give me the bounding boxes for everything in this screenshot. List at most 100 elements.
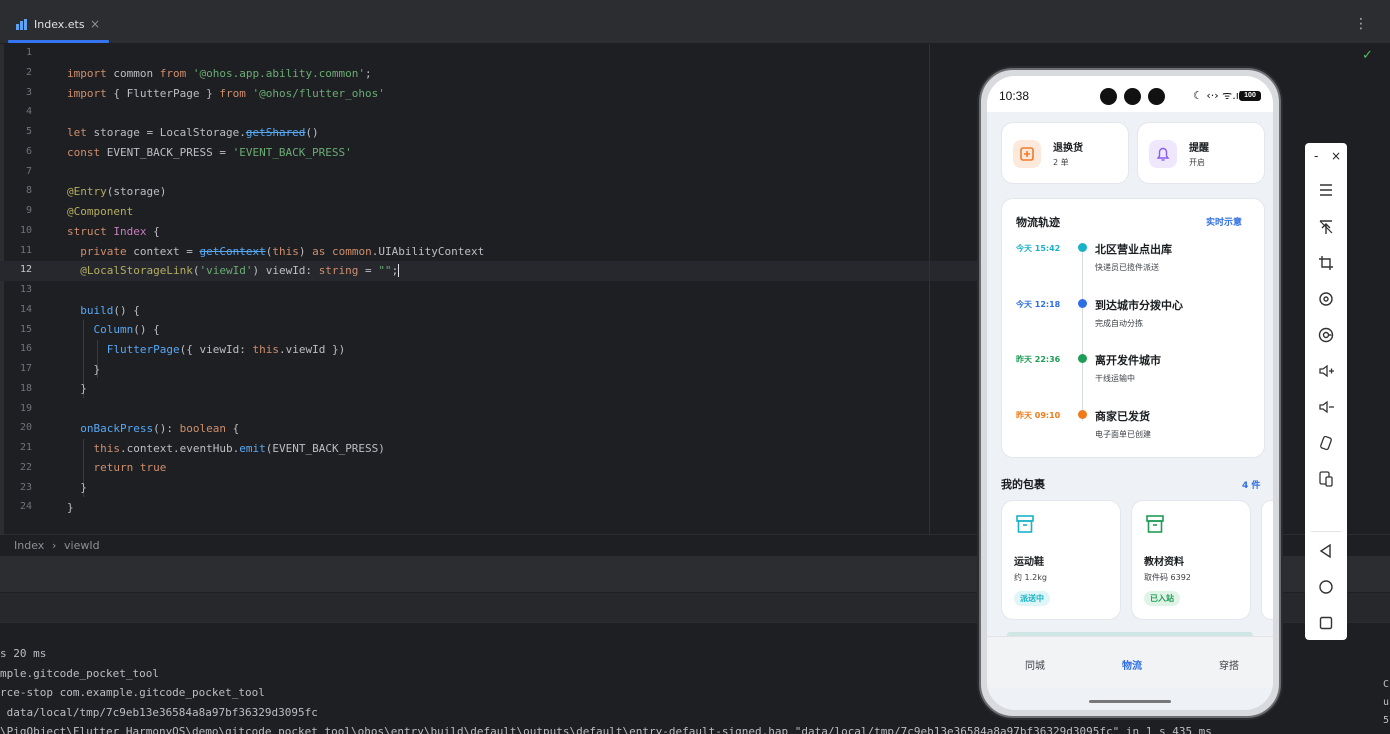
device-emulator: 10:38 ☾ ‹·› ᯤ.ıl 100 退换货 2 单 提醒 开启 物流轨迹 … <box>979 68 1281 718</box>
event-title: 商家已发货 <box>1095 410 1150 423</box>
screenshot-icon[interactable] <box>1317 326 1335 344</box>
camera-dot-icon <box>1100 88 1117 105</box>
right-margin-guide <box>929 44 930 534</box>
line-number: 19 <box>19 402 32 414</box>
home-icon[interactable] <box>1317 578 1335 596</box>
event-dot <box>1078 299 1087 308</box>
package-name: 运动鞋 <box>1014 557 1044 568</box>
line-number: 7 <box>25 165 32 177</box>
package-detail: 约 1.2kg <box>1014 573 1047 582</box>
event-title: 离开发件城市 <box>1095 354 1161 367</box>
nav-item-logistics[interactable]: 物流 <box>1122 657 1142 672</box>
card-title: 提醒 <box>1189 143 1209 154</box>
code-line-18: } <box>67 382 87 395</box>
volume-up-icon[interactable] <box>1317 362 1335 380</box>
device-screen[interactable]: 10:38 ☾ ‹·› ᯤ.ıl 100 退换货 2 单 提醒 开启 物流轨迹 … <box>987 76 1273 710</box>
event-dot <box>1078 410 1087 419</box>
box-icon <box>1016 515 1034 533</box>
line-number: 8 <box>25 185 32 197</box>
code-line-22: return true <box>93 461 167 474</box>
event-time: 今天 15:42 <box>1016 244 1061 253</box>
line-number: 11 <box>19 244 32 256</box>
console-line: mple.gitcode_pocket_tool <box>0 667 159 680</box>
line-number-gutter: 1 2 3 4 5 6 7 8 9 10 11 12 13 14 15 16 17 18 19 20 21 22 23 24 <box>0 44 56 534</box>
line-number: 13 <box>19 284 32 295</box>
tab-index-ets[interactable]: Index.ets × <box>8 8 109 44</box>
tab-close-icon[interactable]: × <box>90 17 100 31</box>
home-indicator[interactable] <box>1089 700 1171 703</box>
line-number: 24 <box>19 501 32 513</box>
event-title: 到达城市分拨中心 <box>1095 299 1183 312</box>
console-right-text: 5 <box>1383 715 1390 726</box>
event-subtitle: 干线运输中 <box>1095 374 1135 383</box>
line-number: 23 <box>19 481 32 493</box>
event-dot <box>1078 243 1087 252</box>
rotate-icon[interactable] <box>1317 290 1335 308</box>
code-line-6: const EVENT_BACK_PRESS = 'EVENT_BACK_PRE… <box>67 146 352 159</box>
recent-apps-icon[interactable] <box>1317 614 1335 632</box>
console-line: rce-stop com.example.gitcode_pocket_tool <box>0 686 265 699</box>
code-line-11: private context = getContext(this) as co… <box>80 245 485 258</box>
event-title: 北区营业点出库 <box>1095 243 1172 256</box>
nav-item-outfit[interactable]: 穿搭 <box>1219 657 1239 672</box>
status-icons: ☾ ‹·› ᯤ.ıl <box>1193 89 1242 102</box>
package-card-peek[interactable] <box>1261 500 1273 620</box>
reminder-card[interactable]: 提醒 开启 <box>1137 122 1265 184</box>
menu-icon[interactable] <box>1317 181 1335 199</box>
app-content: 退换货 2 单 提醒 开启 物流轨迹 实时示意 今天 15:42 北区营业点出库… <box>987 112 1273 638</box>
crop-icon[interactable] <box>1317 254 1335 272</box>
line-number: 2 <box>25 66 32 78</box>
file-ets-icon <box>16 19 27 30</box>
code-line-5: let storage = LocalStorage.getShared() <box>67 126 319 139</box>
rotate-screen-icon[interactable] <box>1317 434 1335 452</box>
code-line-16: FlutterPage({ viewId: this.viewId }) <box>106 343 346 356</box>
return-card[interactable]: 退换货 2 单 <box>1001 122 1129 184</box>
event-subtitle: 电子面单已创建 <box>1095 430 1151 439</box>
event-time: 昨天 22:36 <box>1016 355 1061 364</box>
card-title: 退换货 <box>1053 143 1083 154</box>
timeline-live-link[interactable]: 实时示意 <box>1206 215 1242 228</box>
breadcrumb-item-index[interactable]: Index <box>14 539 44 552</box>
close-button[interactable]: × <box>1331 149 1341 163</box>
nav-item-local[interactable]: 同城 <box>1025 657 1045 672</box>
code-line-10: struct Index { <box>67 225 160 238</box>
line-number: 18 <box>19 382 32 394</box>
code-line-20: onBackPress(): boolean { <box>80 422 240 435</box>
code-line-17: } <box>67 363 101 376</box>
code-line-15: Column() { <box>93 323 160 336</box>
logistics-timeline-card: 物流轨迹 实时示意 今天 15:42 北区营业点出库 快递员已揽件派送 今天 1… <box>1001 198 1265 458</box>
code-line-3: import { FlutterPage } from '@ohos/flutt… <box>67 87 385 100</box>
line-number: 4 <box>25 106 32 118</box>
console-right-text: C <box>1383 679 1390 690</box>
pin-top-icon[interactable] <box>1317 218 1335 236</box>
package-status-badge: 已入站 <box>1144 591 1180 606</box>
code-line-14: build() { <box>80 304 140 317</box>
line-number: 14 <box>19 303 32 315</box>
breadcrumb-item-viewid[interactable]: viewId <box>64 539 100 552</box>
volume-down-icon[interactable] <box>1317 398 1335 416</box>
multi-device-icon[interactable] <box>1317 470 1335 488</box>
package-card[interactable]: 运动鞋 约 1.2kg 派送中 <box>1001 500 1121 620</box>
card-subtitle: 2 单 <box>1053 158 1069 167</box>
back-icon[interactable] <box>1317 542 1335 560</box>
code-line-23: } <box>67 481 87 494</box>
package-card[interactable]: 教材资料 取件码 6392 已入站 <box>1131 500 1251 620</box>
line-number: 22 <box>19 461 32 473</box>
active-tab-indicator <box>8 40 109 43</box>
tab-menu-icon[interactable]: ⋮ <box>1354 16 1368 32</box>
minimize-button[interactable]: - <box>1314 149 1318 163</box>
code-line-12: @LocalStorageLink('viewId') viewId: stri… <box>80 264 400 277</box>
event-subtitle: 快递员已揽件派送 <box>1095 263 1159 272</box>
line-number: 9 <box>25 205 32 216</box>
packages-count[interactable]: 4 件 <box>1242 478 1260 491</box>
line-number: 3 <box>25 86 32 98</box>
code-line-2: import common from '@ohos.app.ability.co… <box>67 67 372 80</box>
editor-tab-bar: Index.ets × ⋮ <box>0 8 1390 44</box>
line-number: 10 <box>19 224 32 236</box>
bottom-nav: 同城 物流 穿搭 <box>987 636 1273 688</box>
box-icon <box>1146 515 1164 533</box>
status-time: 10:38 <box>999 89 1030 103</box>
console-line: s 20 ms <box>0 647 47 660</box>
battery-icon: 100 <box>1239 91 1261 101</box>
inspection-ok-icon[interactable]: ✓ <box>1362 48 1373 63</box>
